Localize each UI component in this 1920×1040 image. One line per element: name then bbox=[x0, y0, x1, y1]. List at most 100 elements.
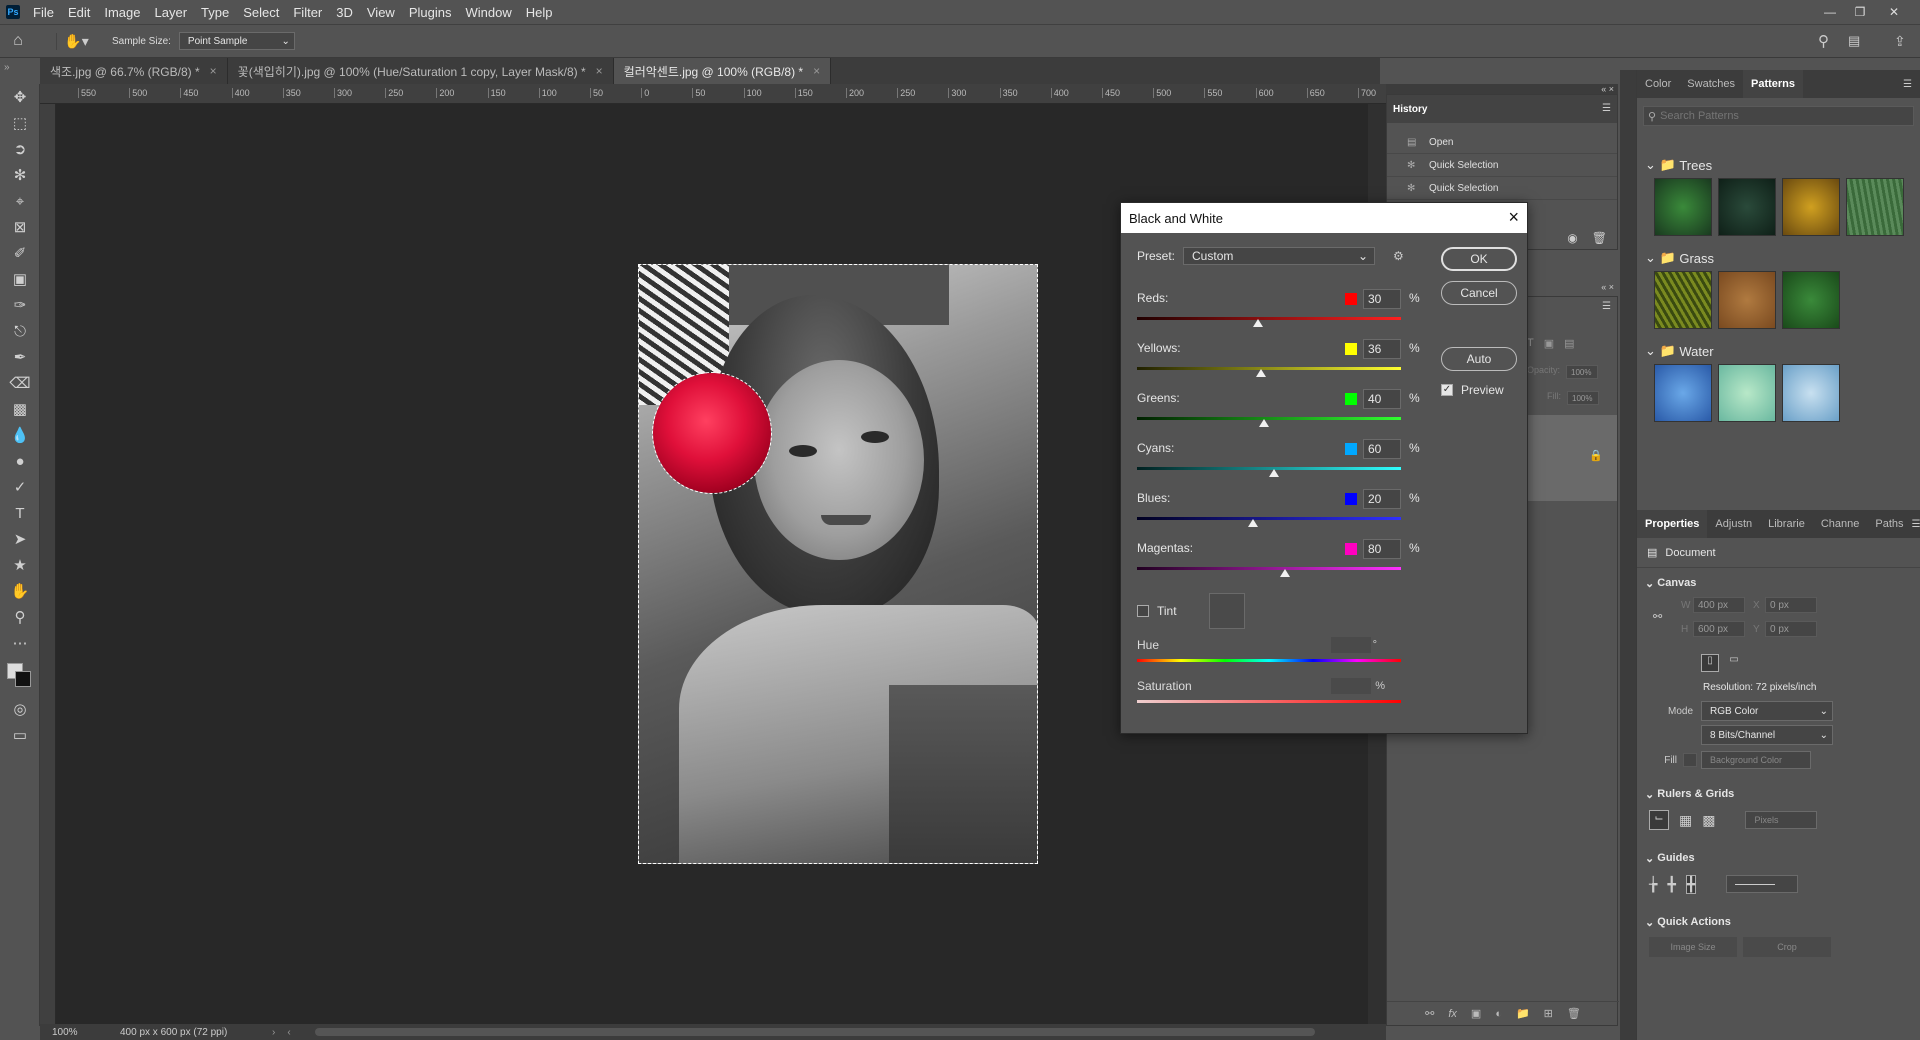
width-field[interactable]: 400 px bbox=[1693, 597, 1745, 613]
pattern-swatch[interactable] bbox=[1718, 364, 1776, 422]
preview-checkbox[interactable]: ✓ bbox=[1441, 384, 1453, 396]
history-item[interactable]: ✻ Quick Selection bbox=[1387, 177, 1617, 200]
sample-size-select[interactable]: Point Sample ⌄ bbox=[178, 32, 295, 50]
slider-thumb[interactable] bbox=[1280, 569, 1290, 577]
clone-stamp-tool-icon[interactable]: ⎋ bbox=[0, 318, 40, 344]
slider-thumb[interactable] bbox=[1269, 469, 1279, 477]
pattern-swatch[interactable] bbox=[1782, 178, 1840, 236]
close-tab-icon[interactable]: × bbox=[813, 64, 820, 78]
quick-actions-section-header[interactable]: ⌄ Quick Actions bbox=[1637, 911, 1920, 933]
slider-thumb[interactable] bbox=[1256, 369, 1266, 377]
path-selection-tool-icon[interactable]: ➤ bbox=[0, 526, 40, 552]
smart-guide-icon[interactable]: ╋ bbox=[1685, 874, 1697, 894]
pattern-group-trees[interactable]: ⌄ 📁 Trees bbox=[1637, 154, 1920, 176]
tab-adjustments[interactable]: Adjustn bbox=[1707, 510, 1760, 538]
slider-track[interactable] bbox=[1137, 367, 1401, 370]
close-icon[interactable]: × bbox=[1508, 207, 1519, 228]
guide-style-select[interactable] bbox=[1726, 875, 1799, 893]
slider-value-field[interactable]: 80 bbox=[1363, 539, 1401, 559]
fx-icon[interactable]: fx bbox=[1448, 1008, 1457, 1020]
zoom-tool-icon[interactable]: ⚲ bbox=[0, 604, 40, 630]
new-layer-icon[interactable]: ⊞ bbox=[1544, 1007, 1553, 1020]
tab-patterns[interactable]: Patterns bbox=[1743, 70, 1804, 98]
tint-checkbox[interactable] bbox=[1137, 605, 1149, 617]
adjustment-layer-icon[interactable]: ◐ bbox=[1495, 1008, 1502, 1020]
pixel-grid-icon[interactable]: ▩ bbox=[1702, 812, 1715, 829]
slider-value-field[interactable]: 30 bbox=[1363, 289, 1401, 309]
layer-row-selected[interactable]: 🔒 bbox=[1527, 415, 1617, 501]
x-field[interactable]: 0 px bbox=[1765, 597, 1817, 613]
tab-libraries[interactable]: Librarie bbox=[1760, 510, 1813, 538]
tab-swatches[interactable]: Swatches bbox=[1679, 70, 1743, 98]
slider-thumb[interactable] bbox=[1253, 319, 1263, 327]
units-select[interactable]: Pixels bbox=[1745, 811, 1818, 829]
tab-document-2[interactable]: 꽃(색입히기).jpg @ 100% (Hue/Saturation 1 cop… bbox=[228, 58, 614, 84]
fill-field[interactable]: 100% bbox=[1567, 391, 1599, 405]
filter-shape-icon[interactable]: ▣ bbox=[1544, 337, 1554, 350]
tab-color[interactable]: Color bbox=[1637, 70, 1679, 98]
pattern-swatch[interactable] bbox=[1718, 271, 1776, 329]
tab-properties[interactable]: Properties bbox=[1637, 510, 1708, 538]
delete-layer-icon[interactable]: 🗑 bbox=[1567, 1007, 1581, 1020]
menu-filter[interactable]: Filter bbox=[286, 5, 329, 20]
eraser-tool-icon[interactable]: ⌫ bbox=[0, 370, 40, 396]
menu-window[interactable]: Window bbox=[458, 5, 518, 20]
tab-document-3[interactable]: 컬러악센트.jpg @ 100% (RGB/8) * × bbox=[613, 58, 832, 84]
pen-tool-icon[interactable]: ✓ bbox=[0, 474, 40, 500]
marquee-tool-icon[interactable]: ⬚ bbox=[0, 110, 40, 136]
tab-paths[interactable]: Paths bbox=[1867, 510, 1911, 538]
pattern-swatch[interactable] bbox=[1782, 364, 1840, 422]
rulers-grids-section-header[interactable]: ⌄ Rulers & Grids bbox=[1637, 783, 1920, 805]
menu-3d[interactable]: 3D bbox=[329, 5, 360, 20]
menu-help[interactable]: Help bbox=[519, 5, 560, 20]
hand-tool-preset-icon[interactable]: ✋▾ bbox=[56, 32, 96, 50]
new-group-icon[interactable]: 📁 bbox=[1516, 1007, 1530, 1020]
grid-toggle-icon[interactable]: ▦ bbox=[1679, 812, 1692, 829]
scroll-left-icon[interactable]: ‹ bbox=[287, 1027, 290, 1038]
restore-icon[interactable]: ❐ bbox=[1846, 0, 1874, 24]
menu-image[interactable]: Image bbox=[97, 5, 147, 20]
close-tab-icon[interactable]: × bbox=[596, 64, 603, 78]
close-tab-icon[interactable]: × bbox=[210, 64, 217, 78]
collapse-arrows-icon[interactable]: » bbox=[0, 58, 40, 84]
menu-view[interactable]: View bbox=[360, 5, 402, 20]
slider-thumb[interactable] bbox=[1248, 519, 1258, 527]
link-icon[interactable]: ⚯ bbox=[1653, 610, 1662, 623]
more-tools-icon[interactable]: ⋯ bbox=[0, 630, 40, 656]
slider-track[interactable] bbox=[1137, 517, 1401, 520]
shape-tool-icon[interactable]: ★ bbox=[0, 552, 40, 578]
gear-icon[interactable]: ⚙ bbox=[1393, 249, 1404, 263]
close-window-icon[interactable]: ✕ bbox=[1880, 0, 1908, 24]
menu-file[interactable]: File bbox=[26, 5, 61, 20]
landscape-orientation-icon[interactable]: ▭ bbox=[1725, 654, 1743, 672]
gradient-tool-icon[interactable]: ▩ bbox=[0, 396, 40, 422]
tint-color-swatch[interactable] bbox=[1208, 593, 1245, 629]
document-image[interactable] bbox=[638, 264, 1038, 864]
bit-depth-select[interactable]: 8 Bits/Channel ⌄ bbox=[1701, 725, 1833, 745]
saturation-field[interactable] bbox=[1331, 678, 1371, 694]
hand-tool-icon[interactable]: ✋ bbox=[0, 578, 40, 604]
home-icon[interactable]: ⌂ bbox=[0, 32, 36, 50]
tab-document-1[interactable]: 색조.jpg @ 66.7% (RGB/8) * × bbox=[40, 58, 228, 84]
pattern-swatch[interactable] bbox=[1654, 271, 1712, 329]
saturation-slider-track[interactable] bbox=[1137, 700, 1401, 703]
zoom-level[interactable]: 100% bbox=[40, 1027, 92, 1038]
ruler-toggle-icon[interactable]: ⌙ bbox=[1649, 810, 1669, 830]
preset-select[interactable]: Custom ⌄ bbox=[1183, 247, 1376, 265]
guides-section-header[interactable]: ⌄ Guides bbox=[1637, 847, 1920, 869]
menu-layer[interactable]: Layer bbox=[148, 5, 195, 20]
filter-smart-icon[interactable]: ▤ bbox=[1564, 337, 1574, 350]
slider-track[interactable] bbox=[1137, 317, 1401, 320]
fill-select[interactable]: Background Color bbox=[1701, 751, 1811, 769]
mode-select[interactable]: RGB Color ⌄ bbox=[1701, 701, 1833, 721]
auto-button[interactable]: Auto bbox=[1441, 347, 1517, 371]
share-icon[interactable]: ⇪ bbox=[1894, 33, 1906, 50]
menu-type[interactable]: Type bbox=[194, 5, 236, 20]
minimize-icon[interactable]: — bbox=[1816, 0, 1844, 24]
history-brush-tool-icon[interactable]: ✒ bbox=[0, 344, 40, 370]
brush-tool-icon[interactable]: ✑ bbox=[0, 292, 40, 318]
search-patterns-input[interactable] bbox=[1660, 110, 1881, 122]
search-icon[interactable]: ⚲ bbox=[1818, 32, 1829, 50]
blur-tool-icon[interactable]: 💧 bbox=[0, 422, 40, 448]
panel-collapse-icon[interactable]: « × bbox=[1386, 84, 1618, 94]
